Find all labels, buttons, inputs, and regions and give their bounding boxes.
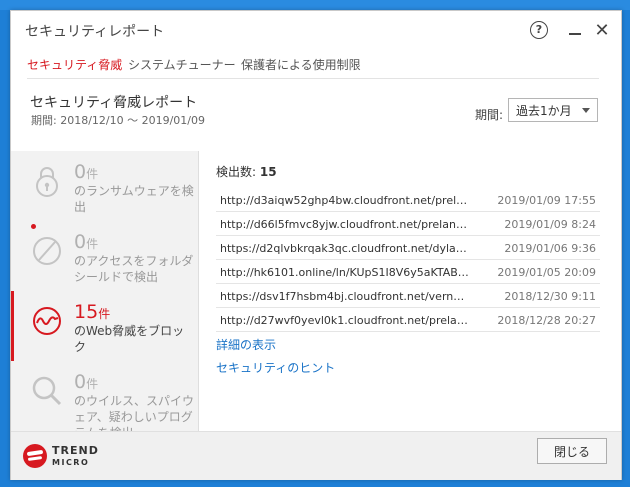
detection-time: 2019/01/09 8:24	[504, 218, 596, 231]
category-count: 0件	[74, 371, 99, 393]
minimize-icon	[569, 33, 581, 35]
detection-url: http://d66l5fmvc8yjw.cloudfront.net/prel…	[220, 218, 470, 231]
list-item[interactable]: http://d3aiqw52ghp4bw.cloudfront.net/pre…	[216, 189, 600, 212]
period-range: 期間: 2018/12/10 ～ 2019/01/09	[31, 114, 205, 127]
period-dropdown-value: 過去1か月	[516, 104, 572, 118]
period-label: 期間:	[475, 108, 504, 122]
detection-url: http://hk6101.online/ln/KUpS1I8V6y5aKTAB…	[220, 266, 470, 279]
security-tips-link[interactable]: セキュリティのヒント	[216, 359, 335, 376]
active-indicator	[11, 291, 14, 361]
show-details-link[interactable]: 詳細の表示	[216, 336, 276, 353]
category-folder-shield[interactable]: 0件 のアクセスをフォルダシールドで検出	[11, 221, 198, 291]
folder-shield-block-icon	[33, 237, 61, 265]
detection-count: 検出数: 15	[216, 165, 277, 179]
detection-url: http://d3aiqw52ghp4bw.cloudfront.net/pre…	[220, 194, 470, 207]
panel-divider	[198, 151, 199, 431]
close-icon: ✕	[594, 19, 610, 41]
category-description: のランサムウェアを検出	[74, 184, 194, 214]
detection-url: https://dsv1f7hsbm4bj.cloudfront.net/ver…	[220, 290, 470, 303]
security-report-window: セキュリティレポート ? ✕ セキュリティ脅威 システムチューナー 保護者による…	[10, 10, 622, 480]
ransomware-lock-icon	[36, 167, 58, 197]
brand-name-sub: MICRO	[52, 458, 90, 467]
detection-url: https://d2qlvbkrqak3qc.cloudfront.net/dy…	[220, 242, 470, 255]
detection-list: http://d3aiqw52ghp4bw.cloudfront.net/pre…	[216, 189, 600, 333]
close-window-button[interactable]: ✕	[591, 19, 613, 41]
magnifier-icon	[32, 376, 62, 406]
detection-time: 2018/12/30 9:11	[504, 290, 596, 303]
trend-micro-logo: TREND MICRO	[23, 442, 103, 472]
list-item[interactable]: https://d2qlvbkrqak3qc.cloudfront.net/dy…	[216, 237, 600, 260]
list-item[interactable]: http://d66l5fmvc8yjw.cloudfront.net/prel…	[216, 213, 600, 236]
web-threat-icon	[33, 307, 61, 335]
alert-dot	[31, 224, 36, 229]
tabs-divider	[27, 78, 599, 79]
category-web-threats[interactable]: 15件 のWeb脅威をブロック	[11, 291, 198, 361]
close-button[interactable]: 閉じる	[537, 438, 607, 464]
detection-time: 2019/01/06 9:36	[504, 242, 596, 255]
detection-url: http://d27wvf0yevl0k1.cloudfront.net/pre…	[220, 314, 470, 327]
category-ransomware[interactable]: 0件 のランサムウェアを検出	[11, 151, 198, 221]
desktop-background	[0, 0, 630, 10]
list-item[interactable]: https://dsv1f7hsbm4bj.cloudfront.net/ver…	[216, 285, 600, 308]
report-title: セキュリティ脅威レポート	[30, 95, 198, 111]
period-dropdown[interactable]: 過去1か月	[508, 98, 598, 122]
tab-parental-controls[interactable]: 保護者による使用制限	[241, 56, 361, 73]
brand-name: TREND	[52, 444, 99, 457]
category-description: のアクセスをフォルダシールドで検出	[74, 254, 194, 284]
category-description: のWeb脅威をブロック	[74, 324, 185, 354]
category-count: 0件	[74, 231, 99, 253]
detection-time: 2019/01/05 20:09	[497, 266, 596, 279]
detection-time: 2019/01/09 17:55	[497, 194, 596, 207]
threat-category-panel: 0件 のランサムウェアを検出 0件 のアクセスをフォルダシールドで検出 15件 …	[11, 151, 198, 440]
chevron-down-icon	[582, 108, 590, 113]
title-bar: セキュリティレポート ? ✕	[11, 11, 621, 49]
help-button[interactable]: ?	[528, 19, 550, 41]
category-count: 0件	[74, 161, 99, 183]
list-item[interactable]: http://hk6101.online/ln/KUpS1I8V6y5aKTAB…	[216, 261, 600, 284]
tab-system-tuner[interactable]: システムチューナー	[128, 56, 236, 73]
minimize-button[interactable]	[564, 19, 586, 41]
window-title: セキュリティレポート	[25, 24, 165, 40]
help-icon: ?	[530, 21, 548, 39]
category-count: 15件	[74, 301, 111, 323]
list-item[interactable]: http://d27wvf0yevl0k1.cloudfront.net/pre…	[216, 309, 600, 332]
tab-security-threats[interactable]: セキュリティ脅威	[27, 56, 122, 73]
footer-bar: TREND MICRO	[11, 431, 621, 480]
detection-time: 2018/12/28 20:27	[497, 314, 596, 327]
category-virus-spyware[interactable]: 0件 のウイルス、スパイウェア、疑わしいプログラムを検出	[11, 361, 198, 440]
